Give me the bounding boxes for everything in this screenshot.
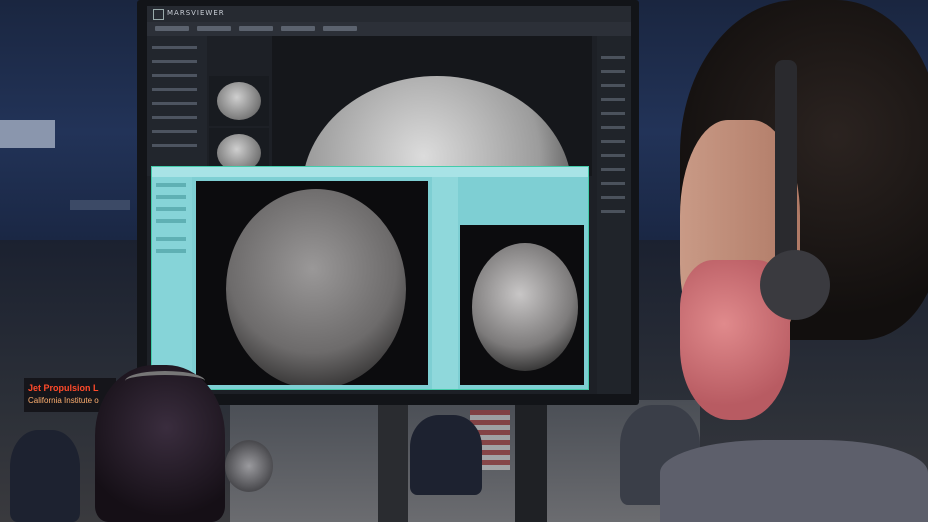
surface-image	[226, 189, 406, 385]
panel-row[interactable]	[152, 144, 197, 147]
panel-row[interactable]	[152, 60, 197, 63]
monitor-screen: MARSVIEWER	[147, 6, 631, 394]
panel-row[interactable]	[601, 56, 625, 59]
monitor-stand	[515, 400, 547, 522]
ceiling-light	[70, 200, 130, 210]
app-name: MARSVIEWER	[167, 9, 225, 17]
panel-row[interactable]	[601, 154, 625, 157]
dialog-control[interactable]	[156, 183, 186, 187]
thumbnail-image	[217, 82, 261, 120]
headset-icon	[775, 60, 797, 280]
person-foreground-right	[640, 0, 928, 522]
panel-row[interactable]	[601, 98, 625, 101]
earpiece	[760, 250, 830, 320]
panel-row[interactable]	[152, 74, 197, 77]
panel-row[interactable]	[601, 112, 625, 115]
panel-row[interactable]	[601, 140, 625, 143]
surface-image	[472, 243, 578, 371]
dialog-sidebar	[152, 177, 192, 389]
panel-row[interactable]	[152, 88, 197, 91]
panel-row[interactable]	[601, 126, 625, 129]
headset-icon	[125, 371, 205, 391]
hazcam-image-left	[196, 181, 428, 385]
toolbar	[147, 22, 631, 36]
image-thumbnail[interactable]	[209, 76, 269, 126]
panel-row[interactable]	[152, 46, 197, 49]
person-shoulder	[660, 440, 928, 522]
toolbar-item[interactable]	[281, 26, 315, 31]
sign-line-2: California Institute o	[28, 396, 99, 405]
dialog-control[interactable]	[156, 249, 186, 253]
dialog-title-bar	[152, 167, 588, 177]
dialog-control[interactable]	[156, 219, 186, 223]
background-person	[10, 430, 80, 522]
monitor: MARSVIEWER	[137, 0, 639, 405]
panel-row[interactable]	[601, 210, 625, 213]
ceiling-light	[0, 120, 55, 148]
person-foreground-left	[95, 365, 255, 522]
toolbar-item[interactable]	[323, 26, 357, 31]
mission-control-scene: Jet Propulsion L California Institute o …	[0, 0, 928, 522]
panel-row[interactable]	[152, 102, 197, 105]
left-panel	[147, 36, 207, 176]
panel-row[interactable]	[601, 196, 625, 199]
sign-line-1: Jet Propulsion L	[28, 383, 99, 393]
toolbar-item[interactable]	[155, 26, 189, 31]
app-title-bar: MARSVIEWER	[147, 6, 631, 23]
panel-row[interactable]	[601, 168, 625, 171]
panel-row[interactable]	[601, 70, 625, 73]
main-image-view	[272, 36, 592, 306]
panel-row[interactable]	[152, 116, 197, 119]
panel-row[interactable]	[601, 84, 625, 87]
app-logo-icon	[153, 9, 164, 20]
monitor-stand	[378, 400, 408, 522]
toolbar-item[interactable]	[197, 26, 231, 31]
dialog-control[interactable]	[156, 237, 186, 241]
background-person	[410, 415, 482, 495]
panel-row[interactable]	[152, 130, 197, 133]
dialog-divider-panel	[432, 177, 458, 389]
dialog-control[interactable]	[156, 195, 186, 199]
image-dialog	[151, 166, 589, 390]
dialog-control[interactable]	[156, 207, 186, 211]
right-panel	[597, 36, 631, 394]
panel-row[interactable]	[601, 182, 625, 185]
toolbar-item[interactable]	[239, 26, 273, 31]
hazcam-image-right	[460, 225, 584, 385]
